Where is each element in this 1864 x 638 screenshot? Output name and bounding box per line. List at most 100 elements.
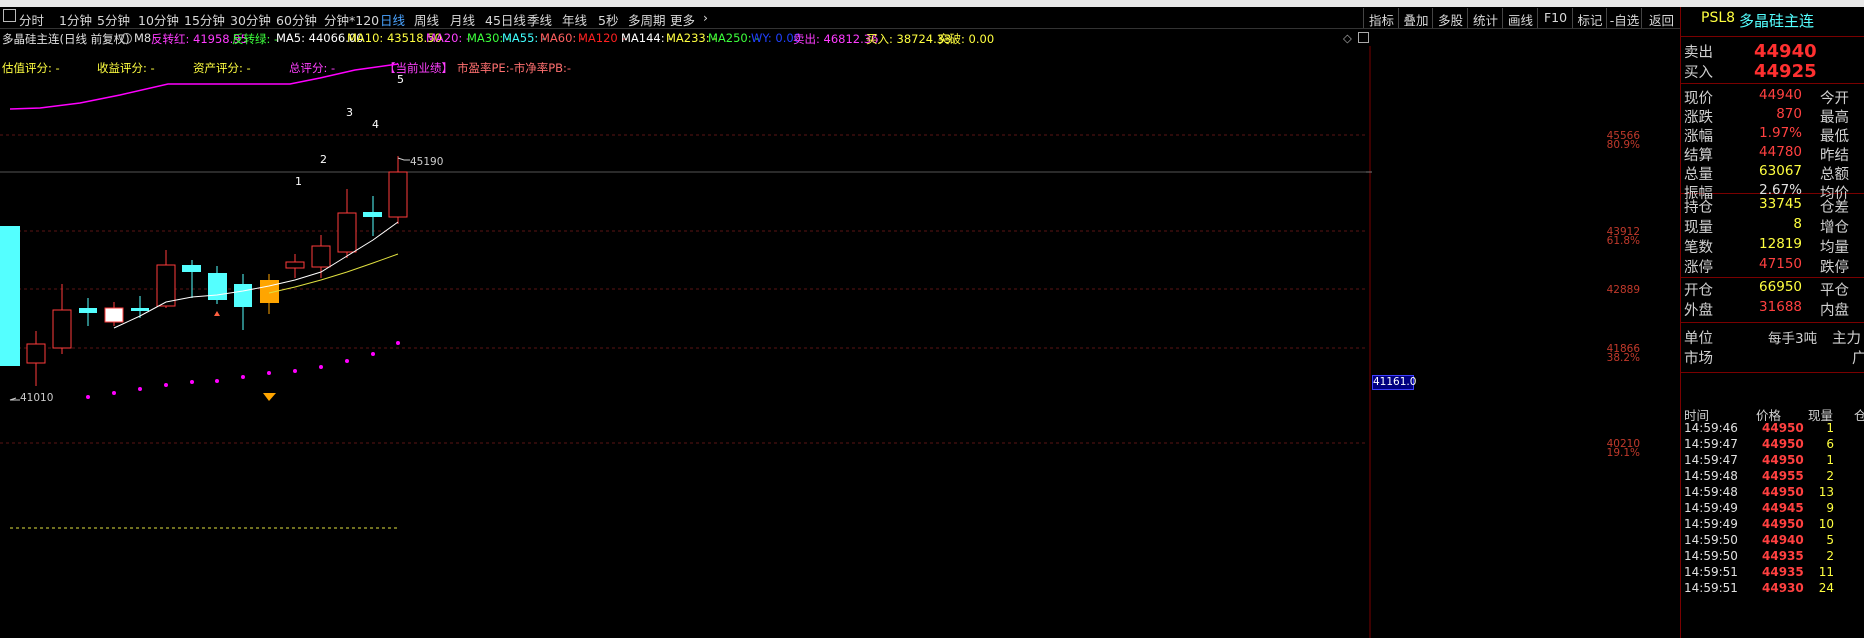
tick-row: 14:59:50 44940 5 bbox=[1682, 533, 1864, 549]
quote-value: 12819 bbox=[1759, 236, 1802, 252]
signal-dots bbox=[86, 341, 400, 399]
quote-label-right: 均量 bbox=[1820, 240, 1849, 256]
quote-row: 持仓 33745 仓差 bbox=[1682, 196, 1864, 216]
signal-dot bbox=[267, 371, 271, 375]
period-tab-6[interactable]: 60分钟 bbox=[276, 10, 317, 29]
period-tab-11[interactable]: 45日线 bbox=[485, 10, 526, 29]
quote-label: 涨停 bbox=[1684, 260, 1713, 276]
toolbar-button-7[interactable]: -自选 bbox=[1606, 8, 1642, 28]
quote-label: 开仓 bbox=[1684, 283, 1713, 299]
period-tab-16[interactable]: 更多 bbox=[670, 10, 695, 29]
quote-value: 8 bbox=[1793, 216, 1802, 232]
tick-row: 14:59:51 44930 24 bbox=[1682, 581, 1864, 597]
period-tab-4[interactable]: 15分钟 bbox=[184, 10, 225, 29]
tick-price: 44945 bbox=[1762, 501, 1804, 515]
quote-label: 现价 bbox=[1684, 91, 1713, 107]
tick-time: 14:59:50 bbox=[1684, 533, 1738, 547]
tick-price: 44950 bbox=[1762, 421, 1804, 435]
tick-time: 14:59:48 bbox=[1684, 469, 1738, 483]
tick-price: 44940 bbox=[1762, 533, 1804, 547]
quote-label-right: 最低 bbox=[1820, 129, 1849, 145]
period-tab-5[interactable]: 30分钟 bbox=[230, 10, 271, 29]
tick-time: 14:59:50 bbox=[1684, 549, 1738, 563]
quote-value: 44940 bbox=[1759, 87, 1802, 103]
period-tab-0[interactable]: 分时 bbox=[19, 10, 44, 29]
quote-label-right: 平仓 bbox=[1820, 283, 1849, 299]
magenta-trend-line bbox=[9, 63, 399, 110]
ma20-value: MA20: - bbox=[426, 31, 471, 45]
period-tab-1[interactable]: 1分钟 bbox=[59, 10, 92, 29]
ma120-value: MA120 - bbox=[578, 31, 626, 45]
diamond-icon[interactable]: ◇ bbox=[1343, 31, 1352, 45]
period-tab-15[interactable]: 多周期 bbox=[628, 10, 666, 29]
chart-title: 多晶硅主连(日线 前复权) bbox=[2, 32, 130, 46]
unit-label: 单位 bbox=[1684, 331, 1713, 347]
high-marker bbox=[397, 157, 410, 161]
wave-label-2: 2 bbox=[320, 153, 327, 166]
tick-volume: 1 bbox=[1826, 453, 1834, 467]
product-header: PSL8 多晶硅主连 bbox=[1681, 7, 1864, 30]
candle bbox=[285, 261, 305, 269]
quote-bid-row: 买入 44925 bbox=[1682, 61, 1864, 83]
toolbar-button-2[interactable]: 多股 bbox=[1432, 8, 1468, 28]
tick-row: 14:59:48 44955 2 bbox=[1682, 469, 1864, 485]
quote-row: 现量 8 增仓 bbox=[1682, 216, 1864, 236]
toolbar-button-0[interactable]: 指标 bbox=[1363, 8, 1399, 28]
quote-ask-row: 卖出 44940 bbox=[1682, 41, 1864, 63]
ma10-line bbox=[268, 253, 399, 294]
tick-price: 44935 bbox=[1762, 549, 1804, 563]
quote-label: 持仓 bbox=[1684, 200, 1713, 216]
tick-time: 14:59:48 bbox=[1684, 485, 1738, 499]
toolbar-button-5[interactable]: F10 bbox=[1537, 8, 1573, 28]
kline-chart[interactable]: 估值评分: - 收益评分: - 资产评分: - 总评分: - 【当前业绩】 市盈… bbox=[0, 46, 1640, 638]
signal-dot bbox=[319, 365, 323, 369]
quote-price: 44925 bbox=[1754, 61, 1817, 82]
up-arrow-icon bbox=[214, 311, 220, 316]
panel-divider bbox=[1681, 372, 1864, 373]
quote-row: 外盘 31688 内盘 bbox=[1682, 299, 1864, 319]
tick-time: 14:59:47 bbox=[1684, 437, 1738, 451]
signal-dot bbox=[164, 383, 168, 387]
high-label: 45190 bbox=[410, 156, 444, 168]
tick-row: 14:59:47 44950 1 bbox=[1682, 453, 1864, 469]
tick-header: 时间 价格 现量仓 bbox=[1682, 405, 1864, 423]
tick-row: 14:59:47 44950 6 bbox=[1682, 437, 1864, 453]
period-tab-12[interactable]: 季线 bbox=[527, 10, 552, 29]
wave-label-5: 5 bbox=[397, 73, 404, 86]
toolbar-button-6[interactable]: 标记 bbox=[1572, 8, 1607, 28]
quote-label-right: 今开 bbox=[1820, 91, 1849, 107]
settings-icon[interactable] bbox=[121, 33, 132, 44]
toolbar-button-8[interactable]: 返回 bbox=[1641, 8, 1681, 28]
chevron-right-icon[interactable]: › bbox=[703, 10, 708, 25]
window-icon[interactable] bbox=[3, 9, 16, 22]
tick-volume: 1 bbox=[1826, 421, 1834, 435]
period-tab-8[interactable]: 日线 bbox=[380, 10, 405, 29]
quote-label-right: 仓差 bbox=[1820, 200, 1849, 216]
quote-label-right: 最高 bbox=[1820, 110, 1849, 126]
quote-label-right: 增仓 bbox=[1820, 220, 1849, 236]
quote-label-right: 总额 bbox=[1820, 167, 1849, 183]
tick-volume: 24 bbox=[1818, 581, 1834, 595]
tick-time: 14:59:49 bbox=[1684, 517, 1738, 531]
period-tab-13[interactable]: 年线 bbox=[562, 10, 587, 29]
period-tab-14[interactable]: 5秒 bbox=[598, 10, 618, 29]
m8-label: M8 bbox=[134, 31, 152, 45]
period-tab-3[interactable]: 10分钟 bbox=[138, 10, 179, 29]
period-tab-2[interactable]: 5分钟 bbox=[97, 10, 130, 29]
candles bbox=[0, 156, 408, 386]
toolbar-button-4[interactable]: 画线 bbox=[1502, 8, 1538, 28]
signal-dot bbox=[345, 359, 349, 363]
toolbar-button-3[interactable]: 统计 bbox=[1467, 8, 1503, 28]
period-tab-10[interactable]: 月线 bbox=[450, 10, 475, 29]
chart-svg bbox=[0, 46, 1372, 638]
candle bbox=[0, 226, 20, 366]
candle bbox=[52, 309, 72, 349]
toolbar-button-1[interactable]: 叠加 bbox=[1398, 8, 1433, 28]
quote-row: 笔数 12819 均量 bbox=[1682, 236, 1864, 256]
tick-volume: 5 bbox=[1826, 533, 1834, 547]
period-tab-7[interactable]: 分钟*120 bbox=[324, 10, 379, 29]
period-tab-9[interactable]: 周线 bbox=[414, 10, 439, 29]
quote-label: 涨幅 bbox=[1684, 129, 1713, 145]
tick-price: 44950 bbox=[1762, 517, 1804, 531]
expand-icon[interactable] bbox=[1358, 32, 1369, 43]
